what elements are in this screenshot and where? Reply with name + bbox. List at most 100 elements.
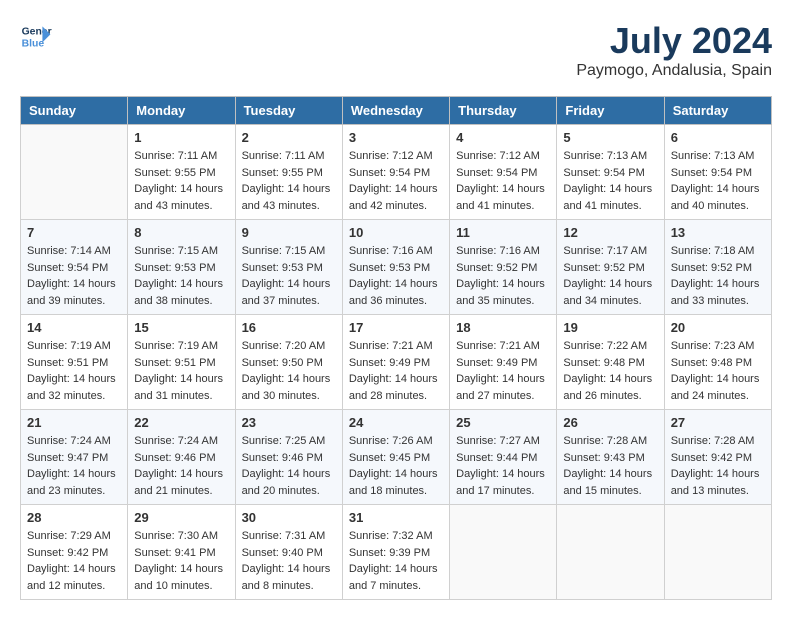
calendar-week-row: 7 Sunrise: 7:14 AMSunset: 9:54 PMDaylight… [21,220,772,315]
calendar-day-cell: 7 Sunrise: 7:14 AMSunset: 9:54 PMDaylight… [21,220,128,315]
calendar-day-cell: 27 Sunrise: 7:28 AMSunset: 9:42 PMDayligh… [664,410,771,505]
calendar-week-row: 1 Sunrise: 7:11 AMSunset: 9:55 PMDaylight… [21,125,772,220]
day-info: Sunrise: 7:21 AMSunset: 9:49 PMDaylight:… [456,338,550,404]
day-number: 28 [27,510,121,525]
day-info: Sunrise: 7:12 AMSunset: 9:54 PMDaylight:… [349,148,443,214]
day-number: 17 [349,320,443,335]
day-info: Sunrise: 7:32 AMSunset: 9:39 PMDaylight:… [349,528,443,594]
calendar-week-row: 21 Sunrise: 7:24 AMSunset: 9:47 PMDayligh… [21,410,772,505]
day-info: Sunrise: 7:20 AMSunset: 9:50 PMDaylight:… [242,338,336,404]
calendar-day-cell: 24 Sunrise: 7:26 AMSunset: 9:45 PMDayligh… [342,410,449,505]
day-info: Sunrise: 7:30 AMSunset: 9:41 PMDaylight:… [134,528,228,594]
calendar-day-cell: 23 Sunrise: 7:25 AMSunset: 9:46 PMDayligh… [235,410,342,505]
calendar-week-row: 14Sunrise: 7:19 AMSunset: 9:51 PMDayligh… [21,315,772,410]
calendar-day-cell: 30 Sunrise: 7:31 AMSunset: 9:40 PMDayligh… [235,505,342,600]
day-number: 1 [134,130,228,145]
calendar-day-cell: 20 Sunrise: 7:23 AMSunset: 9:48 PMDayligh… [664,315,771,410]
day-info: Sunrise: 7:24 AMSunset: 9:46 PMDaylight:… [134,433,228,499]
calendar-day-cell: 18 Sunrise: 7:21 AMSunset: 9:49 PMDayligh… [450,315,557,410]
calendar-day-cell: 28 Sunrise: 7:29 AMSunset: 9:42 PMDayligh… [21,505,128,600]
day-number: 24 [349,415,443,430]
calendar-day-cell: 16 Sunrise: 7:20 AMSunset: 9:50 PMDayligh… [235,315,342,410]
day-number: 30 [242,510,336,525]
day-number: 29 [134,510,228,525]
calendar-day-cell: 11Sunrise: 7:16 AMSunset: 9:52 PMDayligh… [450,220,557,315]
day-info: Sunrise: 7:24 AMSunset: 9:47 PMDaylight:… [27,433,121,499]
calendar-day-cell: 1 Sunrise: 7:11 AMSunset: 9:55 PMDaylight… [128,125,235,220]
day-number: 3 [349,130,443,145]
svg-text:Blue: Blue [22,38,45,49]
day-info: Sunrise: 7:16 AMSunset: 9:53 PMDaylight:… [349,243,443,309]
day-info: Sunrise: 7:22 AMSunset: 9:48 PMDaylight:… [563,338,657,404]
day-number: 22 [134,415,228,430]
logo: General Blue [20,20,52,52]
day-number: 13 [671,225,765,240]
day-number: 19 [563,320,657,335]
calendar-day-cell: 5 Sunrise: 7:13 AMSunset: 9:54 PMDaylight… [557,125,664,220]
calendar-table: SundayMondayTuesdayWednesdayThursdayFrid… [20,96,772,600]
day-number: 26 [563,415,657,430]
day-info: Sunrise: 7:18 AMSunset: 9:52 PMDaylight:… [671,243,765,309]
location-title: Paymogo, Andalusia, Spain [576,62,772,80]
page-header: General Blue July 2024 Paymogo, Andalusi… [20,20,772,80]
day-number: 21 [27,415,121,430]
weekday-header-cell: Tuesday [235,97,342,125]
day-info: Sunrise: 7:13 AMSunset: 9:54 PMDaylight:… [671,148,765,214]
day-info: Sunrise: 7:25 AMSunset: 9:46 PMDaylight:… [242,433,336,499]
logo-icon: General Blue [20,20,52,52]
calendar-day-cell: 21 Sunrise: 7:24 AMSunset: 9:47 PMDayligh… [21,410,128,505]
weekday-header-cell: Friday [557,97,664,125]
weekday-header-cell: Wednesday [342,97,449,125]
day-number: 18 [456,320,550,335]
day-info: Sunrise: 7:11 AMSunset: 9:55 PMDaylight:… [134,148,228,214]
calendar-day-cell [21,125,128,220]
calendar-day-cell: 14Sunrise: 7:19 AMSunset: 9:51 PMDayligh… [21,315,128,410]
day-info: Sunrise: 7:14 AMSunset: 9:54 PMDaylight:… [27,243,121,309]
day-info: Sunrise: 7:11 AMSunset: 9:55 PMDaylight:… [242,148,336,214]
day-info: Sunrise: 7:23 AMSunset: 9:48 PMDaylight:… [671,338,765,404]
day-number: 31 [349,510,443,525]
day-info: Sunrise: 7:26 AMSunset: 9:45 PMDaylight:… [349,433,443,499]
day-number: 12 [563,225,657,240]
day-number: 6 [671,130,765,145]
day-number: 23 [242,415,336,430]
calendar-day-cell: 8Sunrise: 7:15 AMSunset: 9:53 PMDaylight… [128,220,235,315]
weekday-header-cell: Thursday [450,97,557,125]
weekday-header-cell: Saturday [664,97,771,125]
calendar-day-cell: 4Sunrise: 7:12 AMSunset: 9:54 PMDaylight… [450,125,557,220]
calendar-day-cell: 10Sunrise: 7:16 AMSunset: 9:53 PMDayligh… [342,220,449,315]
day-number: 5 [563,130,657,145]
day-number: 25 [456,415,550,430]
day-info: Sunrise: 7:15 AMSunset: 9:53 PMDaylight:… [242,243,336,309]
calendar-body: 1 Sunrise: 7:11 AMSunset: 9:55 PMDaylight… [21,125,772,600]
day-info: Sunrise: 7:21 AMSunset: 9:49 PMDaylight:… [349,338,443,404]
calendar-day-cell: 26Sunrise: 7:28 AMSunset: 9:43 PMDayligh… [557,410,664,505]
calendar-day-cell [664,505,771,600]
day-info: Sunrise: 7:29 AMSunset: 9:42 PMDaylight:… [27,528,121,594]
day-number: 16 [242,320,336,335]
calendar-day-cell: 2 Sunrise: 7:11 AMSunset: 9:55 PMDaylight… [235,125,342,220]
calendar-day-cell: 3 Sunrise: 7:12 AMSunset: 9:54 PMDaylight… [342,125,449,220]
day-info: Sunrise: 7:31 AMSunset: 9:40 PMDaylight:… [242,528,336,594]
calendar-day-cell: 9 Sunrise: 7:15 AMSunset: 9:53 PMDaylight… [235,220,342,315]
calendar-day-cell: 6 Sunrise: 7:13 AMSunset: 9:54 PMDaylight… [664,125,771,220]
day-info: Sunrise: 7:12 AMSunset: 9:54 PMDaylight:… [456,148,550,214]
calendar-day-cell: 22 Sunrise: 7:24 AMSunset: 9:46 PMDayligh… [128,410,235,505]
day-info: Sunrise: 7:17 AMSunset: 9:52 PMDaylight:… [563,243,657,309]
day-number: 9 [242,225,336,240]
month-title: July 2024 [576,20,772,62]
day-info: Sunrise: 7:19 AMSunset: 9:51 PMDaylight:… [134,338,228,404]
calendar-day-cell: 12 Sunrise: 7:17 AMSunset: 9:52 PMDayligh… [557,220,664,315]
day-info: Sunrise: 7:28 AMSunset: 9:42 PMDaylight:… [671,433,765,499]
day-info: Sunrise: 7:19 AMSunset: 9:51 PMDaylight:… [27,338,121,404]
day-number: 15 [134,320,228,335]
day-info: Sunrise: 7:13 AMSunset: 9:54 PMDaylight:… [563,148,657,214]
day-info: Sunrise: 7:15 AMSunset: 9:53 PMDaylight:… [134,243,228,309]
weekday-header-row: SundayMondayTuesdayWednesdayThursdayFrid… [21,97,772,125]
calendar-day-cell: 19 Sunrise: 7:22 AMSunset: 9:48 PMDayligh… [557,315,664,410]
day-number: 7 [27,225,121,240]
day-number: 2 [242,130,336,145]
calendar-day-cell: 31 Sunrise: 7:32 AMSunset: 9:39 PMDayligh… [342,505,449,600]
day-number: 20 [671,320,765,335]
day-number: 27 [671,415,765,430]
